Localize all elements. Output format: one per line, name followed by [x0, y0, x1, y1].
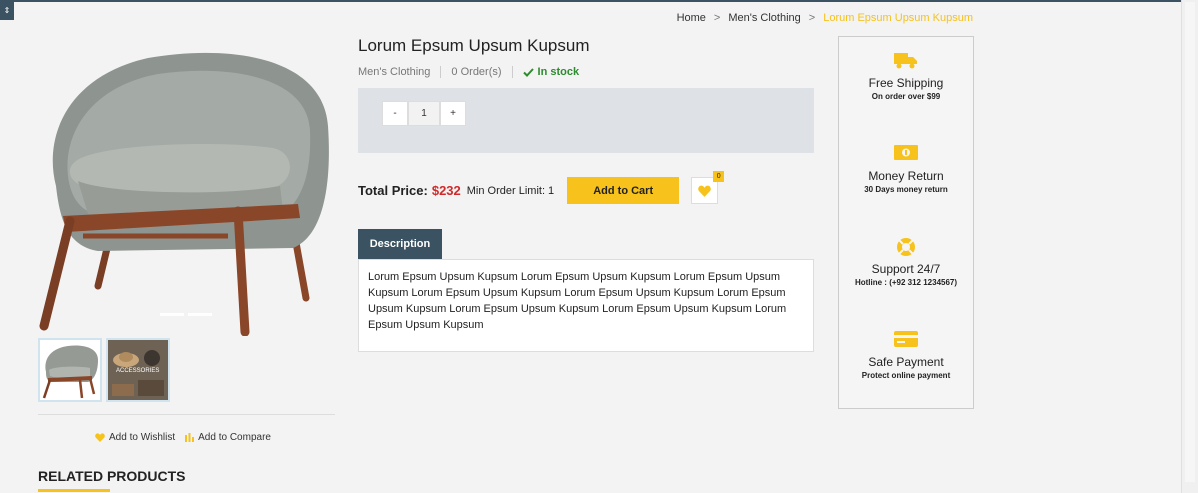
- heart-icon: [95, 433, 105, 442]
- feature-subtitle: Hotline : (+92 312 1234567): [854, 278, 958, 287]
- add-to-wishlist-label: Add to Wishlist: [109, 432, 176, 443]
- thumbnail-accessories[interactable]: ACCESSORIES: [106, 338, 170, 402]
- decrease-quantity-button[interactable]: -: [382, 101, 408, 126]
- product-category[interactable]: Men's Clothing: [358, 66, 440, 78]
- slider-dot[interactable]: [188, 313, 212, 316]
- scrollbar-thumb[interactable]: [1185, 2, 1195, 482]
- add-to-compare-label: Add to Compare: [198, 432, 271, 443]
- thumbnail-caption: ACCESSORIES: [116, 368, 160, 374]
- scrollbar[interactable]: [1181, 0, 1198, 493]
- money-icon: [894, 145, 918, 160]
- quantity-input[interactable]: 1: [408, 101, 440, 126]
- breadcrumb-separator: >: [713, 12, 721, 24]
- credit-card-icon: [894, 331, 918, 347]
- lifebuoy-icon: [897, 238, 915, 256]
- bar-chart-icon: [185, 433, 195, 442]
- slider-dots: [160, 313, 212, 316]
- top-border: [0, 0, 1181, 2]
- product-meta: Men's Clothing 0 Order(s) In stock: [358, 66, 589, 78]
- feature-money-return: Money Return 30 Days money return: [839, 144, 973, 194]
- related-products-title: RELATED PRODUCTS: [38, 468, 186, 484]
- feature-title: Support 24/7: [871, 262, 941, 276]
- feature-safe-payment: Safe Payment Protect online payment: [839, 330, 973, 380]
- wishlist-count-badge: 0: [713, 171, 725, 182]
- add-to-compare-link[interactable]: Add to Compare: [185, 432, 271, 443]
- stock-label: In stock: [537, 66, 580, 78]
- feature-support: Support 24/7 Hotline : (+92 312 1234567): [839, 237, 973, 287]
- breadcrumb-home[interactable]: Home: [677, 12, 706, 24]
- total-price-value: $232: [431, 183, 461, 198]
- product-main-image[interactable]: [38, 36, 335, 337]
- divider: [38, 414, 335, 415]
- min-order-limit: Min Order Limit: 1: [466, 184, 555, 197]
- slider-dot[interactable]: [160, 313, 184, 316]
- quantity-stepper: - 1 +: [382, 101, 466, 126]
- feature-title: Money Return: [868, 169, 944, 183]
- check-icon: [522, 67, 534, 77]
- add-to-wishlist-link[interactable]: Add to Wishlist: [95, 432, 175, 443]
- feature-subtitle: Protect online payment: [861, 371, 951, 380]
- gallery-actions: Add to Wishlist Add to Compare: [95, 432, 271, 443]
- tab-description[interactable]: Description: [358, 229, 442, 259]
- quantity-panel: - 1 +: [358, 88, 814, 153]
- feature-subtitle: On order over $99: [871, 92, 941, 101]
- price-row: Total Price: $232 Min Order Limit: 1 Add…: [358, 171, 725, 204]
- sidebar-toggle-icon[interactable]: ⇕: [0, 0, 14, 20]
- increase-quantity-button[interactable]: +: [440, 101, 466, 126]
- breadcrumb-current: Lorum Epsum Upsum Kupsum: [823, 12, 973, 24]
- add-to-cart-button[interactable]: Add to Cart: [567, 177, 680, 204]
- feature-free-shipping: Free Shipping On order over $99: [839, 51, 973, 101]
- related-underline: [38, 489, 110, 492]
- total-price-label: Total Price:: [358, 183, 428, 198]
- breadcrumb-separator: >: [808, 12, 816, 24]
- truck-icon: [894, 53, 917, 69]
- breadcrumb-category[interactable]: Men's Clothing: [728, 12, 800, 24]
- feature-subtitle: 30 Days money return: [864, 185, 948, 194]
- feature-title: Free Shipping: [868, 76, 944, 90]
- wishlist-button[interactable]: 0: [691, 171, 725, 204]
- features-panel: Free Shipping On order over $99 Money Re…: [838, 36, 974, 409]
- product-title: Lorum Epsum Upsum Kupsum: [358, 36, 590, 55]
- thumbnail-chair[interactable]: [38, 338, 102, 402]
- breadcrumb: Home > Men's Clothing > Lorum Epsum Upsu…: [677, 12, 973, 24]
- feature-title: Safe Payment: [868, 355, 944, 369]
- heart-icon: [698, 185, 711, 197]
- order-count: 0 Order(s): [440, 66, 511, 78]
- stock-status: In stock: [511, 66, 590, 78]
- description-content: Lorum Epsum Upsum Kupsum Lorum Epsum Ups…: [358, 259, 814, 352]
